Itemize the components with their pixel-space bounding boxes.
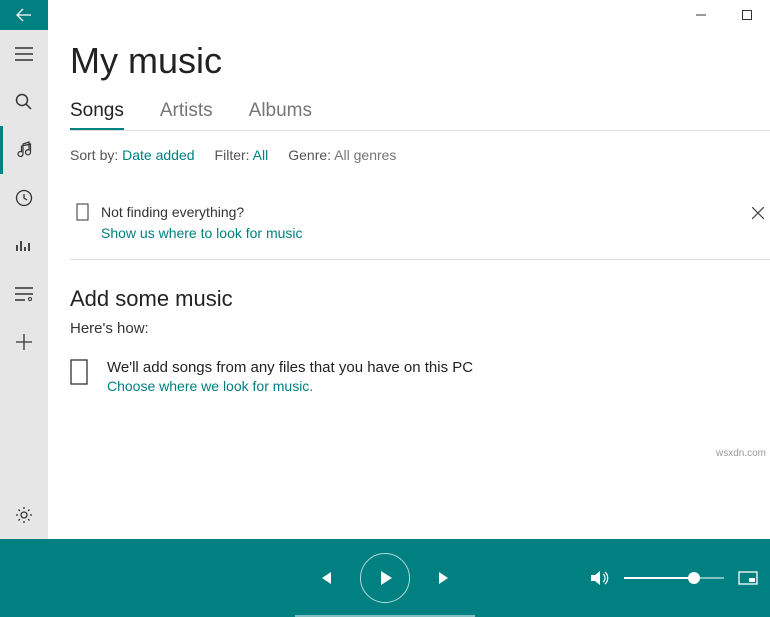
clock-icon [15, 189, 33, 207]
search-button[interactable] [0, 78, 48, 126]
info-close-button[interactable] [752, 207, 764, 219]
play-icon [376, 569, 394, 587]
info-banner: Not finding everything? Show us where to… [70, 189, 770, 260]
filter-label: Filter: [215, 147, 250, 163]
main-content: My music Songs Artists Albums Sort by: D… [48, 0, 770, 539]
volume-slider[interactable] [624, 577, 724, 579]
window-controls [678, 0, 770, 30]
empty-heading: Add some music [70, 286, 770, 312]
sidebar-item-add[interactable] [0, 318, 48, 366]
pc-icon [70, 359, 90, 385]
tab-songs[interactable]: Songs [70, 100, 124, 130]
sort-label: Sort by: [70, 147, 118, 163]
maximize-button[interactable] [724, 0, 770, 30]
tab-artists[interactable]: Artists [160, 100, 213, 130]
empty-state: Add some music Here's how: We'll add son… [70, 286, 770, 394]
genre-label: Genre: [288, 147, 331, 163]
search-icon [15, 93, 33, 111]
player-bar [0, 539, 770, 617]
back-button[interactable] [0, 0, 48, 30]
tab-albums[interactable]: Albums [249, 100, 312, 130]
player-right-controls [590, 569, 758, 587]
play-button[interactable] [360, 553, 410, 603]
watermark: wsxdn.com [716, 448, 766, 459]
device-icon [76, 203, 91, 221]
empty-text: We'll add songs from any files that you … [107, 359, 473, 376]
maximize-icon [742, 10, 752, 20]
next-button[interactable] [436, 569, 454, 587]
minimize-button[interactable] [678, 0, 724, 30]
hamburger-icon [15, 47, 33, 61]
back-arrow-icon [16, 7, 32, 23]
sidebar-item-settings[interactable] [0, 491, 48, 539]
music-note-icon [17, 141, 35, 159]
skip-next-icon [436, 569, 454, 587]
previous-button[interactable] [316, 569, 334, 587]
playback-controls [316, 553, 454, 603]
playlist-icon [15, 287, 33, 301]
now-playing-button[interactable] [738, 571, 758, 585]
sidebar-item-playlists[interactable] [0, 270, 48, 318]
gear-icon [15, 506, 33, 524]
close-icon [752, 207, 764, 219]
info-title: Not finding everything? [101, 204, 244, 220]
empty-how: Here's how: [70, 320, 770, 337]
empty-link[interactable]: Choose where we look for music. [107, 378, 473, 394]
sidebar-item-my-music[interactable] [0, 126, 48, 174]
filter-bar: Sort by: Date added Filter: All Genre: A… [70, 147, 770, 163]
tabs: Songs Artists Albums [70, 100, 770, 131]
volume-button[interactable] [590, 569, 610, 587]
hamburger-menu[interactable] [0, 30, 48, 78]
sidebar-item-now-playing[interactable] [0, 222, 48, 270]
filter-value[interactable]: All [253, 147, 269, 163]
equalizer-icon [15, 237, 33, 255]
now-playing-icon [738, 571, 758, 585]
volume-icon [590, 569, 610, 587]
genre-value[interactable]: All genres [334, 147, 396, 163]
page-title: My music [70, 40, 770, 82]
sidebar-item-recent[interactable] [0, 174, 48, 222]
sidebar [0, 0, 48, 539]
minimize-icon [696, 10, 706, 20]
plus-icon [16, 334, 32, 350]
sort-value[interactable]: Date added [122, 147, 194, 163]
skip-previous-icon [316, 569, 334, 587]
info-link[interactable]: Show us where to look for music [101, 225, 730, 241]
